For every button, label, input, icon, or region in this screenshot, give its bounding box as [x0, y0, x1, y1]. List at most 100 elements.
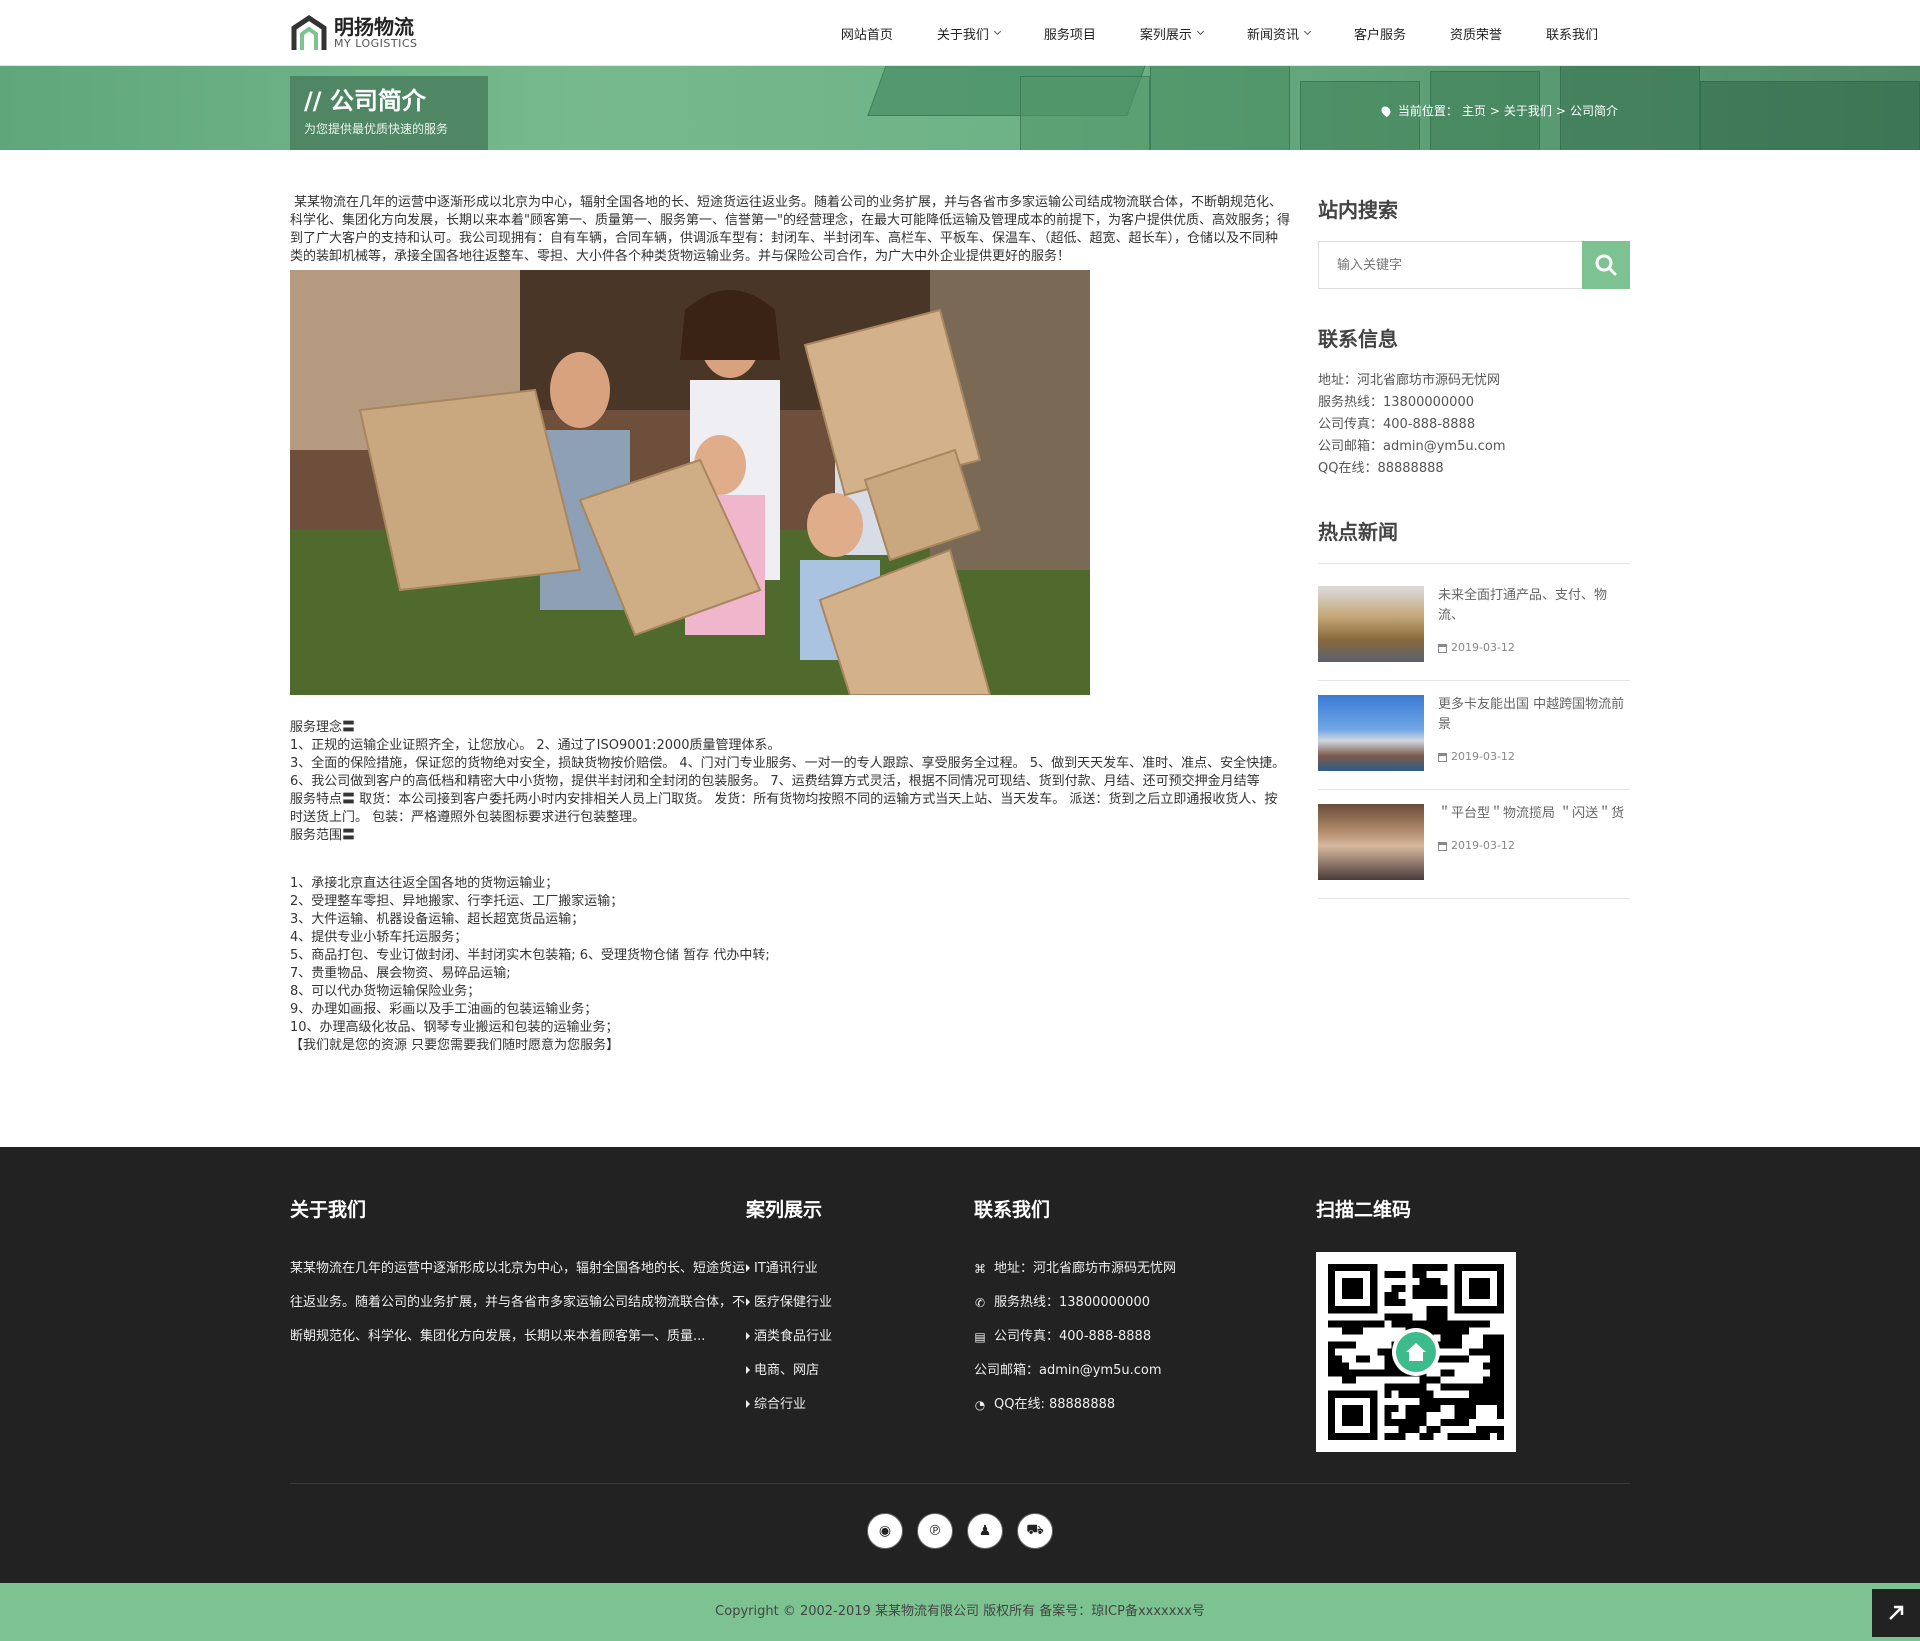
breadcrumb-sep: >	[1555, 103, 1566, 118]
contact-line: 公司传真：400-888-8888	[1318, 417, 1476, 432]
nav-label: 网站首页	[840, 27, 893, 43]
news-thumbnail[interactable]	[1318, 695, 1424, 771]
footer-contact-text: QQ在线: 88888888	[994, 1397, 1116, 1412]
triangle-right-icon	[746, 1332, 750, 1340]
qr-code-image	[1316, 1252, 1516, 1452]
page-banner: // 公司简介 为您提供最优质快速的服务 当前位置： 主页 > 关于我们 > 公司简介	[0, 66, 1920, 150]
search-title: 站内搜索	[1318, 198, 1398, 222]
footer-case-label: 综合行业	[754, 1397, 807, 1412]
back-to-top-button[interactable]	[1872, 1589, 1920, 1637]
calendar-icon	[1438, 841, 1447, 851]
hot-news-title: 热点新闻	[1318, 516, 1630, 564]
footer-contact-text: 地址：河北省廊坊市源码无忧网	[994, 1261, 1177, 1276]
news-title[interactable]: 更多卡友能出国 中越跨国物流前景	[1438, 695, 1630, 735]
footer-case-link[interactable]: 电商、网店	[746, 1354, 974, 1388]
main-nav: 网站首页 关于我们 服务项目 案列展示 新闻资讯 客户服务 资质荣誉 联系我们	[819, 24, 1620, 43]
breadcrumb-item[interactable]: 关于我们	[1504, 102, 1552, 119]
nav-item-5[interactable]: 客户服务	[1332, 24, 1428, 43]
location-pin-icon	[1379, 104, 1393, 117]
footer-contact-text: 公司传真：400-888-8888	[994, 1329, 1152, 1344]
news-thumbnail[interactable]	[1318, 586, 1424, 662]
footer-cases: 案列展示 IT通讯行业医疗保健行业酒类食品行业 电商、网店综合行业	[746, 1195, 974, 1483]
breadcrumb-item[interactable]: 主页	[1462, 102, 1486, 119]
service-line: 服务理念〓	[290, 720, 356, 735]
chevron-down-icon	[1303, 27, 1311, 36]
pinterest-icon[interactable]: ℗	[917, 1513, 953, 1549]
nav-item-6[interactable]: 资质荣誉	[1428, 24, 1524, 43]
news-title[interactable]: 未来全面打通产品、支付、物流、	[1438, 586, 1630, 626]
service-scope-list: 1、承接北京直达往返全国各地的货物运输业； 2、受理整车零担、异地搬家、行李托运、…	[290, 875, 1290, 1055]
nav-label: 客户服务	[1353, 27, 1406, 43]
breadcrumb-sep: >	[1489, 103, 1500, 118]
news-date-text: 2019-03-12	[1451, 641, 1515, 654]
footer-about-text: 某某物流在几年的运营中逐渐形成以北京为中心，辐射全国各地的长、短途货运往返业务。…	[290, 1261, 746, 1344]
site-search	[1318, 241, 1630, 289]
service-sections: 服务理念〓 1、正规的运输企业证照齐全，让您放心。 2、通过了ISO9001:20…	[290, 719, 1290, 845]
footer-about-title: 关于我们	[290, 1199, 367, 1221]
footer-contact-line: ✆ 服务热线：13800000000	[974, 1286, 1316, 1320]
chevron-down-icon	[993, 27, 1001, 36]
scope-item: 4、提供专业小轿车托运服务；	[290, 930, 468, 945]
nav-item-1[interactable]: 关于我们	[915, 24, 1022, 43]
footer-case-link[interactable]: 综合行业	[746, 1388, 974, 1422]
search-input[interactable]	[1318, 241, 1582, 289]
nav-label: 案列展示	[1139, 27, 1192, 43]
footer-case-link[interactable]: 酒类食品行业	[746, 1320, 974, 1354]
hot-news-list: 未来全面打通产品、支付、物流、 2019-03-12 更多卡友能出国 中越跨国物流前…	[1318, 586, 1630, 899]
nav-label: 关于我们	[936, 27, 989, 43]
footer-case-link[interactable]: IT通讯行业	[746, 1252, 974, 1286]
copyright-text: Copyright © 2002-2019 某某物流有限公司 版权所有 备案号：…	[715, 1604, 1205, 1619]
footer-case-label: 酒类食品行业	[754, 1329, 833, 1344]
family-boxes-photo	[290, 270, 1090, 695]
footer-cases-title: 案列展示	[746, 1199, 823, 1221]
footer-case-link[interactable]: 医疗保健行业	[746, 1286, 974, 1320]
contact-line: 公司邮箱：admin@ym5u.com	[1318, 439, 1506, 454]
news-title[interactable]: ＂平台型＂物流揽局 ＂闪送＂货	[1438, 804, 1624, 824]
news-date-text: 2019-03-12	[1451, 839, 1515, 852]
footer-case-label: IT通讯行业	[754, 1261, 818, 1276]
weibo-icon[interactable]: ◉	[867, 1513, 903, 1549]
site-footer: 关于我们 某某物流在几年的运营中逐渐形成以北京为中心，辐射全国各地的长、短途货运…	[0, 1147, 1920, 1583]
contact-line: 地址：河北省廊坊市源码无忧网	[1318, 373, 1501, 388]
site-logo[interactable]: 明扬物流 MY LOGISTICS	[290, 14, 417, 52]
page-subtitle: 为您提供最优质快速的服务	[304, 122, 449, 136]
cart-icon[interactable]: ⛟	[1017, 1513, 1053, 1549]
footer-contact-line: ⌘ 地址：河北省廊坊市源码无忧网	[974, 1252, 1316, 1286]
scope-item: 7、贵重物品、展会物资、易碎品运输;	[290, 966, 511, 981]
nav-label: 新闻资讯	[1246, 27, 1299, 43]
nav-item-0[interactable]: 网站首页	[819, 24, 915, 43]
chevron-down-icon	[1196, 27, 1204, 36]
news-item[interactable]: 未来全面打通产品、支付、物流、 2019-03-12	[1318, 586, 1630, 681]
footer-about: 关于我们 某某物流在几年的运营中逐渐形成以北京为中心，辐射全国各地的长、短途货运…	[290, 1195, 746, 1483]
copyright-bar: Copyright © 2002-2019 某某物流有限公司 版权所有 备案号：…	[0, 1583, 1920, 1641]
map-icon: ⌘	[974, 1262, 986, 1276]
search-button[interactable]	[1582, 241, 1630, 289]
nav-label: 联系我们	[1545, 27, 1598, 43]
service-line: 服务特点〓 取货：本公司接到客户委托两小时内安排相关人员上门取货。 发货：所有货…	[290, 792, 1278, 825]
footer-contact-text: 公司邮箱：admin@ym5u.com	[974, 1363, 1162, 1378]
nav-item-3[interactable]: 案列展示	[1118, 24, 1225, 43]
breadcrumb-prefix: 当前位置：	[1397, 104, 1458, 118]
news-thumbnail[interactable]	[1318, 804, 1424, 880]
brand-sub: MY LOGISTICS	[334, 37, 418, 50]
scope-item: 8、可以代办货物运输保险业务；	[290, 984, 481, 999]
news-date: 2019-03-12	[1438, 747, 1630, 767]
nav-label: 资质荣誉	[1449, 27, 1502, 43]
article-content: 某某物流在几年的运营中逐渐形成以北京为中心，辐射全国各地的长、短途货运往返业务。…	[290, 194, 1290, 1055]
site-header: 明扬物流 MY LOGISTICS 网站首页 关于我们 服务项目 案列展示 新闻资讯 客户…	[0, 0, 1920, 66]
news-date: 2019-03-12	[1438, 836, 1624, 856]
footer-contact-text: 服务热线：13800000000	[994, 1295, 1150, 1310]
news-item[interactable]: ＂平台型＂物流揽局 ＂闪送＂货 2019-03-12	[1318, 804, 1630, 899]
footer-qr-title: 扫描二维码	[1316, 1199, 1412, 1221]
triangle-right-icon	[746, 1400, 750, 1408]
footer-contact-line: ▤ 公司传真：400-888-8888	[974, 1320, 1316, 1354]
news-item[interactable]: 更多卡友能出国 中越跨国物流前景 2019-03-12	[1318, 695, 1630, 790]
social-links: ◉ ℗ ♟ ⛟	[290, 1484, 1630, 1549]
footer-case-label: 电商、网店	[754, 1363, 820, 1378]
qq-penguin-icon[interactable]: ♟	[967, 1513, 1003, 1549]
nav-item-7[interactable]: 联系我们	[1524, 24, 1620, 43]
nav-item-2[interactable]: 服务项目	[1022, 24, 1118, 43]
news-date-text: 2019-03-12	[1451, 750, 1515, 763]
scope-item: 5、商品打包、专业订做封闭、半封闭实木包装箱; 6、受理货物仓储 暂存 代办中转…	[290, 948, 770, 963]
nav-item-4[interactable]: 新闻资讯	[1225, 24, 1332, 43]
